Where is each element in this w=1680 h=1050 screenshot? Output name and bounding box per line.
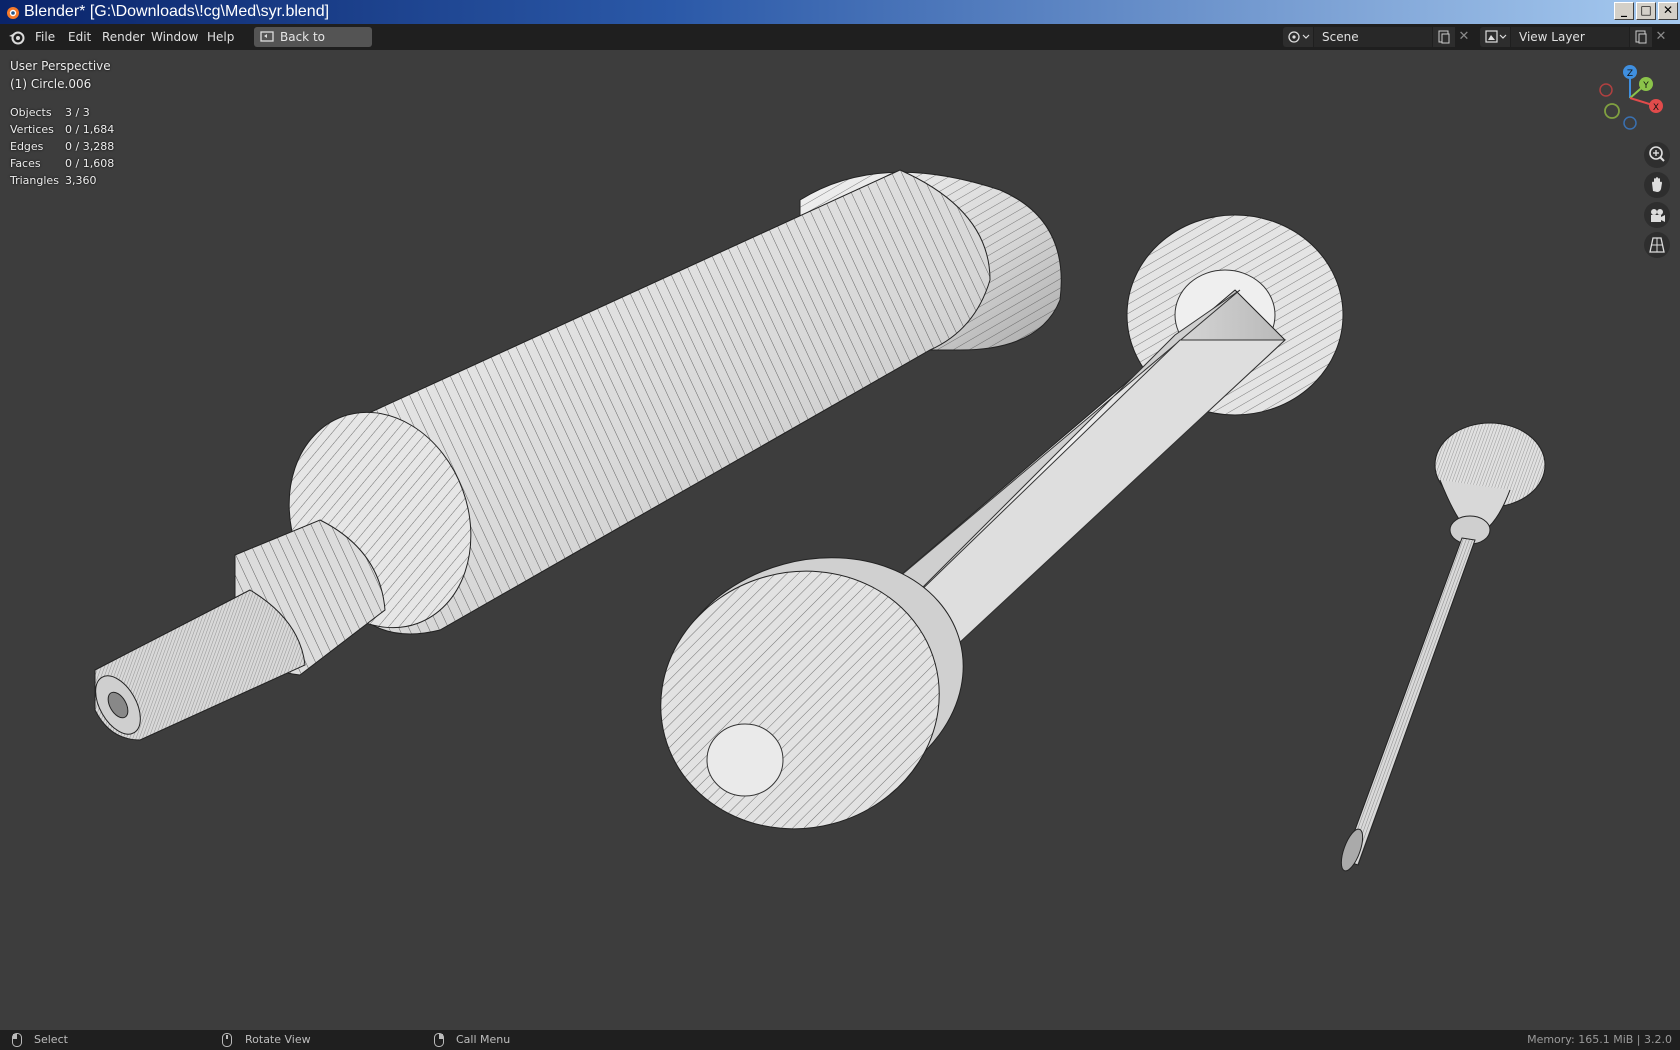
mouse-middle-icon bbox=[222, 1033, 232, 1047]
memory-version-info: Memory: 165.1 MiB | 3.2.0 bbox=[1527, 1033, 1672, 1046]
new-view-layer-icon[interactable] bbox=[1630, 27, 1652, 47]
window-title: Blender* [G:\Downloads\!cg\Med\syr.blend… bbox=[24, 3, 330, 20]
top-menu-bar: File Edit Render Window Help Back to Pre… bbox=[0, 24, 1680, 64]
view-layer-icon[interactable] bbox=[1480, 27, 1510, 47]
scene-name-field[interactable]: Scene bbox=[1314, 27, 1432, 47]
svg-text:X: X bbox=[1653, 103, 1659, 113]
view-perspective-label: User Perspective bbox=[10, 59, 111, 73]
menu-render[interactable]: Render bbox=[98, 24, 149, 50]
svg-text:Z: Z bbox=[1627, 69, 1633, 79]
status-call-menu: Call Menu bbox=[456, 1033, 511, 1046]
mouse-right-icon bbox=[434, 1033, 444, 1047]
status-bar: Select Rotate View Call Menu Memory: 165… bbox=[0, 1030, 1680, 1050]
status-rotate-view: Rotate View bbox=[245, 1033, 311, 1046]
navigation-gizmo[interactable]: Z Y X bbox=[1588, 60, 1670, 140]
zoom-icon[interactable] bbox=[1644, 142, 1670, 168]
new-scene-icon[interactable] bbox=[1433, 27, 1455, 47]
menu-file[interactable]: File bbox=[31, 24, 59, 50]
maximize-button[interactable]: □ bbox=[1636, 2, 1656, 20]
status-select: Select bbox=[34, 1033, 68, 1046]
view-layer-name-field[interactable]: View Layer bbox=[1511, 27, 1629, 47]
active-object-label: (1) Circle.006 bbox=[10, 77, 92, 91]
close-window-button[interactable]: ✕ bbox=[1658, 2, 1678, 20]
scene-icon[interactable] bbox=[1283, 27, 1313, 47]
menu-edit[interactable]: Edit bbox=[64, 24, 95, 50]
blender-logo-icon[interactable] bbox=[8, 29, 26, 45]
scene-selector[interactable]: Scene ✕ bbox=[1283, 27, 1475, 47]
delete-view-layer-icon[interactable]: ✕ bbox=[1652, 27, 1670, 47]
mouse-left-icon bbox=[12, 1033, 22, 1047]
delete-scene-icon[interactable]: ✕ bbox=[1455, 27, 1473, 47]
minimize-button[interactable]: _ bbox=[1614, 2, 1634, 20]
viewport-scene bbox=[94, 169, 1546, 872]
gizmo-neg-x-icon bbox=[1599, 83, 1613, 97]
hand-pan-icon[interactable] bbox=[1644, 172, 1670, 198]
window-title-bar: Blender* [G:\Downloads\!cg\Med\syr.blend… bbox=[0, 0, 1680, 24]
syringe-needle-mesh bbox=[1340, 422, 1546, 872]
gizmo-neg-y-icon bbox=[1604, 103, 1620, 119]
grid-ortho-icon[interactable] bbox=[1644, 232, 1670, 258]
blender-app-icon bbox=[7, 7, 19, 19]
menu-window[interactable]: Window bbox=[147, 24, 202, 50]
menu-help[interactable]: Help bbox=[203, 24, 238, 50]
back-to-previous-button[interactable]: Back to Previous bbox=[254, 27, 372, 64]
view-layer-selector[interactable]: View Layer ✕ bbox=[1480, 27, 1672, 47]
camera-icon[interactable] bbox=[1644, 202, 1670, 228]
svg-text:Y: Y bbox=[1642, 81, 1649, 91]
3d-viewport[interactable]: User Perspective (1) Circle.006 Objects … bbox=[0, 50, 1680, 1030]
gizmo-neg-z-icon bbox=[1623, 116, 1637, 130]
screen-back-icon bbox=[260, 31, 274, 42]
